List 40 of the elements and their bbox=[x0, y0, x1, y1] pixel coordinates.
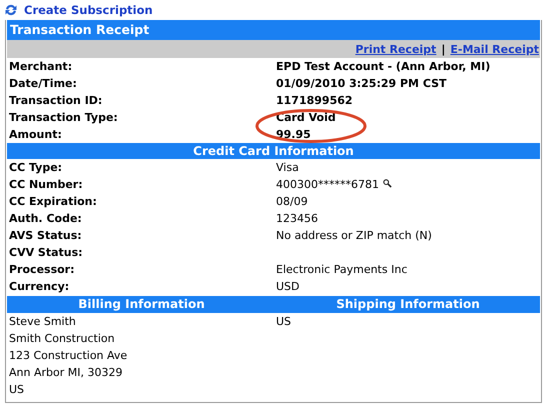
field-label: Currency: bbox=[8, 280, 70, 293]
address-line: US bbox=[8, 383, 26, 396]
field-value: 400300******6781 bbox=[276, 178, 379, 191]
print-receipt-link[interactable]: Print Receipt bbox=[355, 42, 436, 56]
field-label: Transaction Type: bbox=[8, 111, 119, 124]
section-header: Transaction Receipt bbox=[7, 20, 540, 40]
field-value: 99.95 bbox=[276, 128, 311, 141]
field-value: USD bbox=[276, 280, 300, 293]
section-header: Billing Information bbox=[7, 296, 276, 313]
field-value: 123456 bbox=[276, 212, 318, 225]
field-value: EPD Test Account - (Ann Arbor, MI) bbox=[276, 60, 490, 73]
address-line: 123 Construction Ave bbox=[8, 349, 128, 362]
field-label: CC Type: bbox=[8, 161, 64, 174]
field-label: CC Expiration: bbox=[8, 195, 98, 208]
field-value: 01/09/2010 3:25:29 PM CST bbox=[276, 77, 447, 90]
address-line: Steve Smith bbox=[8, 315, 77, 328]
field-label: Auth. Code: bbox=[8, 212, 83, 225]
section-header: Shipping Information bbox=[276, 296, 540, 313]
section-header: Credit Card Information bbox=[7, 143, 540, 159]
field-label: CVV Status: bbox=[8, 246, 84, 259]
field-label: Transaction ID: bbox=[8, 94, 104, 107]
field-value: Electronic Payments Inc bbox=[276, 263, 408, 276]
address-line: Ann Arbor MI, 30329 bbox=[8, 366, 124, 379]
magnifier-icon[interactable] bbox=[383, 178, 392, 188]
address-line: US bbox=[276, 315, 292, 328]
field-label: Amount: bbox=[8, 128, 63, 141]
field-value: 1171899562 bbox=[276, 94, 353, 107]
separator: | bbox=[441, 42, 446, 56]
field-label: AVS Status: bbox=[8, 229, 83, 242]
field-value: No address or ZIP match (N) bbox=[276, 229, 432, 242]
field-label: Date/Time: bbox=[8, 77, 78, 90]
field-value: 08/09 bbox=[276, 195, 308, 208]
address-line: Smith Construction bbox=[8, 332, 116, 345]
field-label: Merchant: bbox=[8, 60, 74, 73]
email-receipt-link[interactable]: E-Mail Receipt bbox=[450, 42, 539, 56]
field-label: Processor: bbox=[8, 263, 76, 276]
create-subscription-link[interactable]: Create Subscription bbox=[24, 3, 153, 17]
field-value: Visa bbox=[276, 161, 299, 174]
field-label: CC Number: bbox=[8, 178, 84, 191]
refresh-icon[interactable] bbox=[4, 3, 18, 17]
